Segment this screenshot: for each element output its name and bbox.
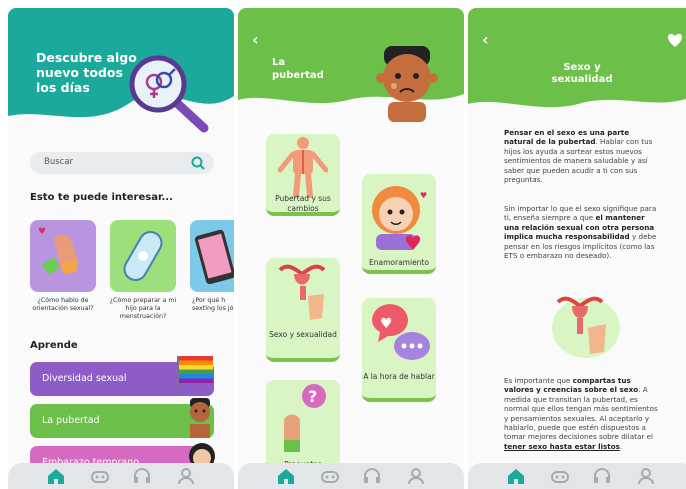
card-sexuality[interactable]: Sexo y sexualidad bbox=[266, 258, 340, 362]
search-icon[interactable] bbox=[190, 155, 206, 171]
body-anatomy-icon bbox=[278, 137, 328, 198]
game-controller-icon[interactable] bbox=[550, 467, 570, 485]
text: Es importante que bbox=[504, 376, 573, 385]
hero-banner bbox=[468, 8, 686, 112]
article-paragraph-1: Pensar en el sexo es una parte natural d… bbox=[504, 128, 658, 184]
hands-icon: ♥ bbox=[38, 227, 78, 275]
page-title: Sexo y sexualidad bbox=[551, 62, 613, 85]
search-input[interactable]: Buscar bbox=[44, 157, 73, 167]
bottom-nav bbox=[238, 463, 464, 489]
svg-text:♥: ♥ bbox=[420, 191, 427, 200]
card-caption: ¿Por qué h sexting los jó bbox=[192, 297, 234, 312]
bottom-nav bbox=[468, 463, 686, 489]
card-menstruation[interactable] bbox=[110, 220, 176, 292]
chevron-left-icon[interactable]: ‹ bbox=[482, 30, 489, 49]
chevron-left-icon[interactable]: ‹ bbox=[252, 30, 259, 49]
discover-screen: Descubre algo nuevo todos los días Busca… bbox=[8, 8, 234, 489]
boy-avatar-icon bbox=[190, 398, 210, 438]
article-paragraph-2: Sin importar lo que el sexo signifique p… bbox=[504, 204, 658, 260]
topic-label: Diversidad sexual bbox=[42, 373, 127, 384]
learn-heading: Aprende bbox=[30, 340, 78, 351]
card-label: Pubertad y sus cambios bbox=[275, 194, 331, 213]
card-puberty-changes[interactable]: Pubertad y sus cambios bbox=[266, 134, 340, 216]
game-controller-icon[interactable] bbox=[90, 467, 110, 485]
user-icon[interactable] bbox=[636, 467, 656, 485]
bottom-nav bbox=[8, 463, 234, 489]
headset-icon[interactable] bbox=[362, 467, 382, 485]
reproductive-system-illustration bbox=[552, 296, 620, 358]
article-paragraph-3: Es importante que compartas tus valores … bbox=[504, 376, 658, 451]
puberty-screen: ‹ La pubertad Pubertad y sus cambios ♥ ♥… bbox=[238, 8, 464, 489]
headset-icon[interactable] bbox=[132, 467, 152, 485]
svg-text:♥: ♥ bbox=[404, 231, 422, 252]
card-label: Sexo y sexualidad bbox=[269, 330, 337, 339]
svg-text:?: ? bbox=[308, 387, 317, 406]
card-caption: ¿Cómo hablo de orientación sexual? bbox=[32, 297, 94, 312]
heart-icon[interactable] bbox=[666, 32, 684, 48]
topic-label: La pubertad bbox=[42, 415, 100, 426]
headset-icon[interactable] bbox=[592, 467, 612, 485]
magnifier-gender-icon bbox=[129, 55, 209, 133]
card-infatuation[interactable]: ♥ ♥ Enamoramiento bbox=[362, 174, 436, 274]
user-icon[interactable] bbox=[176, 467, 196, 485]
pad-icon bbox=[123, 231, 163, 281]
card-orientation[interactable]: ♥ bbox=[30, 220, 96, 292]
phone-icon bbox=[194, 229, 234, 285]
girl-in-love-illustration: ♥ ♥ bbox=[372, 186, 427, 252]
interest-heading: Esto te puede interesar... bbox=[30, 192, 173, 203]
rainbow-flag-icon bbox=[177, 356, 213, 388]
thinking-boy-illustration bbox=[376, 46, 438, 122]
card-label: Enamoramiento bbox=[369, 258, 429, 267]
card-caption: ¿Cómo preparar a mi hijo para la menstru… bbox=[109, 297, 177, 320]
page-title: La pubertad bbox=[272, 57, 324, 81]
search-bar[interactable]: Buscar bbox=[30, 152, 214, 174]
user-icon[interactable] bbox=[406, 467, 426, 485]
home-icon[interactable] bbox=[506, 467, 526, 485]
card-when-to-talk[interactable]: ♥ A la hora de hablar bbox=[362, 298, 436, 402]
bold-text: tener sexo hasta estar listos bbox=[504, 441, 620, 451]
svg-text:♥: ♥ bbox=[38, 227, 46, 237]
svg-text:♥: ♥ bbox=[380, 316, 393, 332]
text: . bbox=[619, 441, 623, 451]
sexuality-article-screen: ‹ Sexo y sexualidad Pensar en el sexo es… bbox=[468, 8, 686, 489]
home-icon[interactable] bbox=[46, 467, 66, 485]
card-sexting[interactable] bbox=[190, 220, 234, 292]
card-label: A la hora de hablar bbox=[363, 372, 435, 381]
question-hand-icon: ? bbox=[284, 384, 326, 452]
game-controller-icon[interactable] bbox=[320, 467, 340, 485]
reproductive-system-icon bbox=[278, 264, 326, 320]
speech-bubbles-icon: ♥ bbox=[372, 304, 430, 360]
home-icon[interactable] bbox=[276, 467, 296, 485]
